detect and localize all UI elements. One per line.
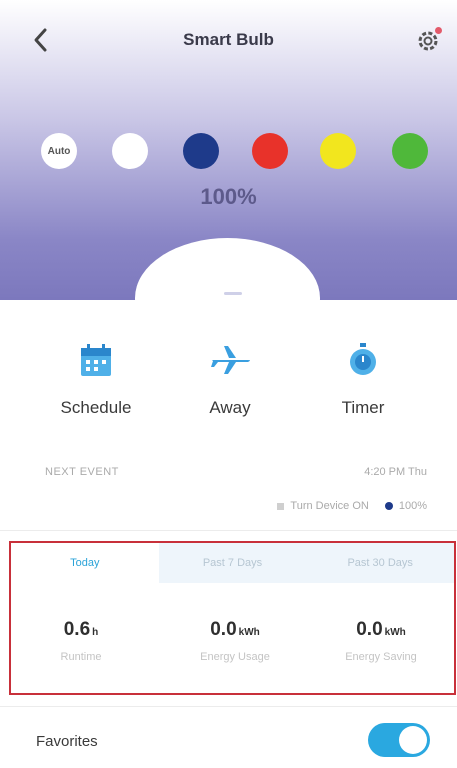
next-event-label: NEXT EVENT: [45, 466, 119, 478]
tab-today[interactable]: Today: [11, 543, 159, 583]
color-swatch-yellow[interactable]: [320, 133, 356, 169]
airplane-icon: [160, 340, 300, 380]
schedule-label: Schedule: [60, 398, 132, 417]
power-square-icon: [277, 502, 285, 510]
divider: [0, 530, 457, 531]
usage-stats-panel: Today Past 7 Days Past 30 Days 0.6 h Runt…: [9, 541, 456, 695]
brightness-value: 100%: [200, 184, 257, 209]
favorites-toggle[interactable]: [368, 723, 430, 757]
timer-label: Timer: [341, 398, 385, 417]
drag-handle[interactable]: [224, 292, 242, 295]
notification-dot: [435, 27, 442, 34]
color-swatch-blue[interactable]: [183, 133, 219, 169]
away-button[interactable]: Away: [160, 340, 300, 418]
runtime-value: 0.6: [63, 619, 91, 640]
stats-tabs: Today Past 7 Days Past 30 Days: [11, 543, 455, 583]
favorites-label: Favorites: [36, 733, 98, 750]
runtime-unit: h: [92, 627, 99, 638]
settings-gear-icon[interactable]: [414, 27, 442, 55]
calendar-icon: [26, 340, 166, 380]
next-event-action-text: Turn Device ON: [290, 500, 369, 512]
color-swatch-auto[interactable]: Auto: [41, 133, 77, 169]
color-swatch-white[interactable]: [112, 133, 148, 169]
next-event-time: 4:20 PM Thu: [364, 466, 427, 478]
stopwatch-icon: [293, 340, 433, 380]
away-label: Away: [209, 398, 251, 417]
next-event-brightness: 100%: [398, 500, 427, 512]
energy-saving-unit: kWh: [384, 627, 406, 638]
tab-past-30-days[interactable]: Past 30 Days: [306, 543, 455, 583]
energy-usage-value: 0.0: [210, 619, 237, 640]
runtime-caption: Runtime: [60, 651, 102, 663]
tab-past-7-days[interactable]: Past 7 Days: [158, 543, 307, 583]
runtime-stat: 0.6 h Runtime: [11, 619, 151, 663]
energy-usage-stat: 0.0 kWh Energy Usage: [165, 619, 305, 663]
energy-usage-caption: Energy Usage: [200, 651, 270, 663]
page-title: Smart Bulb: [183, 30, 274, 49]
energy-usage-unit: kWh: [238, 627, 260, 638]
color-swatch-green[interactable]: [392, 133, 428, 169]
divider: [0, 706, 457, 707]
hero-dome: [135, 238, 320, 300]
brightness-dot-icon: [384, 502, 393, 510]
next-event-action: Turn Device ON 100%: [277, 500, 427, 512]
color-swatch-red[interactable]: [252, 133, 288, 169]
energy-saving-value: 0.0: [356, 619, 383, 640]
energy-saving-caption: Energy Saving: [345, 651, 417, 663]
timer-button[interactable]: Timer: [293, 340, 433, 418]
schedule-button[interactable]: Schedule: [26, 340, 166, 418]
energy-saving-stat: 0.0 kWh Energy Saving: [311, 619, 451, 663]
toggle-knob: [399, 726, 427, 754]
auto-label: Auto: [47, 145, 71, 157]
